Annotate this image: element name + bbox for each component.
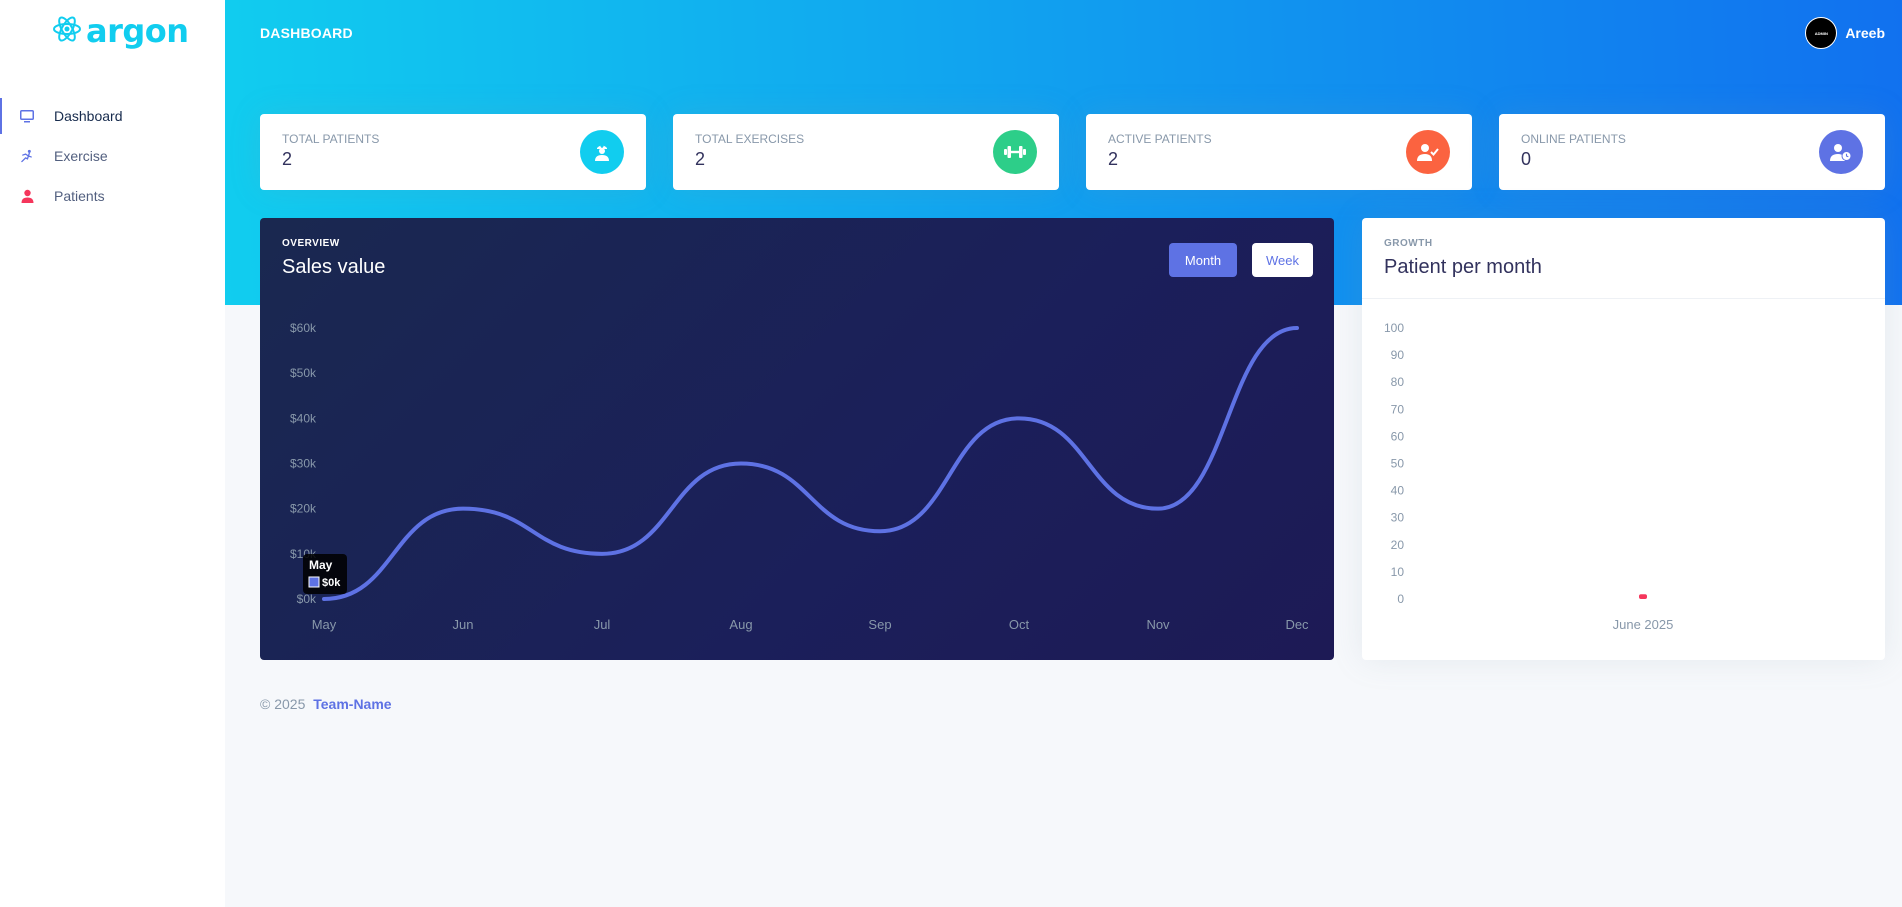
y-tick-label: 90 bbox=[1391, 348, 1405, 362]
sales-series-line bbox=[322, 326, 1299, 601]
stat-value: 0 bbox=[1521, 149, 1532, 169]
x-tick-label: Jun bbox=[453, 617, 474, 632]
patients-bar[interactable] bbox=[1639, 594, 1647, 599]
copyright-text: © 2025 bbox=[260, 696, 306, 712]
stat-card-total-exercises: TOTAL EXERCISES 2 bbox=[673, 114, 1059, 190]
patients-bar-chart[interactable]: 0 10 20 30 40 50 60 70 80 90 100 June 2025 bbox=[1362, 218, 1885, 660]
page-title: DASHBOARD bbox=[260, 25, 353, 41]
monitor-icon bbox=[20, 109, 34, 123]
y-tick-label: $60k bbox=[290, 321, 317, 335]
sidebar-item-exercise[interactable]: Exercise bbox=[0, 136, 225, 176]
y-tick-label: $50k bbox=[290, 366, 317, 380]
stat-label: ONLINE PATIENTS bbox=[1521, 132, 1626, 146]
y-tick-label: 0 bbox=[1397, 592, 1404, 606]
y-tick-label: 80 bbox=[1391, 375, 1405, 389]
x-tick-label: Sep bbox=[868, 617, 891, 632]
y-tick-label: 40 bbox=[1391, 484, 1405, 498]
dumbbell-icon bbox=[993, 130, 1037, 174]
footer: © 2025 Team-Name bbox=[260, 696, 392, 712]
user-menu[interactable]: ADMIN Areeb bbox=[1805, 17, 1885, 49]
stat-label: TOTAL PATIENTS bbox=[282, 132, 380, 146]
nurse-icon bbox=[580, 130, 624, 174]
brand-logo[interactable]: argon bbox=[52, 12, 189, 50]
x-tick-label: Oct bbox=[1009, 617, 1030, 632]
x-tick-label: Dec bbox=[1285, 617, 1309, 632]
y-tick-label: 70 bbox=[1391, 402, 1405, 416]
user-icon bbox=[20, 189, 34, 203]
x-tick-label: Nov bbox=[1146, 617, 1170, 632]
x-tick-label: Jul bbox=[594, 617, 611, 632]
sales-chart-card: OVERVIEW Sales value Month Week $0k $10k $… bbox=[260, 218, 1334, 660]
sidebar-item-label: Patients bbox=[54, 188, 105, 204]
stat-card-active-patients: ACTIVE PATIENTS 2 bbox=[1086, 114, 1472, 190]
x-tick-label: Aug bbox=[729, 617, 752, 632]
tooltip-title: May bbox=[309, 558, 333, 572]
react-atom-icon bbox=[52, 14, 82, 49]
y-tick-label: $20k bbox=[290, 502, 317, 516]
stat-card-total-patients: TOTAL PATIENTS 2 bbox=[260, 114, 646, 190]
team-link[interactable]: Team-Name bbox=[313, 696, 391, 712]
stat-value: 2 bbox=[1108, 149, 1119, 169]
sidebar: argon Dashboard Exercise Patients bbox=[0, 0, 225, 907]
chart-tooltip: May $0k bbox=[303, 554, 347, 594]
stat-label: TOTAL EXERCISES bbox=[695, 132, 805, 146]
stat-value: 2 bbox=[695, 149, 706, 169]
brand-name: argon bbox=[86, 12, 189, 50]
stat-value: 2 bbox=[282, 149, 293, 169]
growth-chart-card: GROWTH Patient per month 0 10 20 30 40 50 60 70… bbox=[1362, 218, 1885, 660]
y-tick-label: 30 bbox=[1391, 511, 1405, 525]
tooltip-swatch bbox=[308, 576, 320, 588]
running-icon bbox=[20, 149, 34, 163]
tooltip-value: $0k bbox=[322, 577, 341, 589]
avatar: ADMIN bbox=[1805, 17, 1838, 49]
y-tick-label: 100 bbox=[1384, 321, 1404, 335]
sidebar-nav: Dashboard Exercise Patients bbox=[0, 96, 225, 216]
y-tick-label: $40k bbox=[290, 411, 317, 425]
y-tick-label: 60 bbox=[1391, 429, 1405, 443]
sidebar-item-patients[interactable]: Patients bbox=[0, 176, 225, 216]
sidebar-item-label: Dashboard bbox=[54, 108, 123, 124]
y-tick-label: 10 bbox=[1391, 565, 1405, 579]
stat-label: ACTIVE PATIENTS bbox=[1108, 132, 1212, 146]
y-tick-label: 50 bbox=[1391, 457, 1405, 471]
y-tick-label: 20 bbox=[1391, 538, 1405, 552]
sales-line-chart[interactable]: $0k$10k$20k$30k$40k$50k$60kMay Jun Jul Aug S… bbox=[260, 218, 1334, 660]
user-check-icon bbox=[1406, 130, 1450, 174]
x-tick-label: May bbox=[312, 617, 337, 632]
sidebar-item-dashboard[interactable]: Dashboard bbox=[0, 96, 225, 136]
y-tick-label: $0k bbox=[297, 592, 317, 606]
user-clock-icon bbox=[1819, 130, 1863, 174]
stat-card-online-patients: ONLINE PATIENTS 0 bbox=[1499, 114, 1885, 190]
sidebar-item-label: Exercise bbox=[54, 148, 108, 164]
y-tick-label: $30k bbox=[290, 457, 317, 471]
x-tick-label: June 2025 bbox=[1613, 617, 1674, 632]
user-name: Areeb bbox=[1845, 25, 1885, 41]
